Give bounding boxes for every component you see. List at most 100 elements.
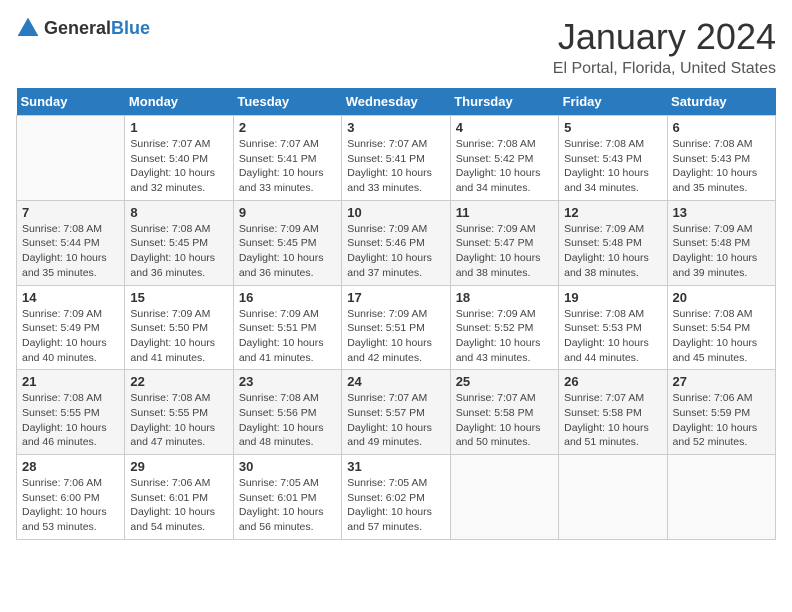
- day-number: 22: [130, 374, 227, 389]
- calendar-cell: 7 Sunrise: 7:08 AMSunset: 5:44 PMDaylight…: [17, 200, 125, 285]
- day-info: Sunrise: 7:05 AMSunset: 6:01 PMDaylight:…: [239, 476, 336, 535]
- day-info: Sunrise: 7:07 AMSunset: 5:40 PMDaylight:…: [130, 137, 227, 196]
- day-info: Sunrise: 7:09 AMSunset: 5:50 PMDaylight:…: [130, 307, 227, 366]
- calendar-cell: 8Sunrise: 7:08 AMSunset: 5:45 PMDaylight…: [125, 200, 233, 285]
- day-info: Sunrise: 7:07 AMSunset: 5:58 PMDaylight:…: [456, 391, 553, 450]
- week-row-1: 1 Sunrise: 7:07 AMSunset: 5:40 PMDaylight…: [17, 116, 776, 201]
- day-info: Sunrise: 7:08 AMSunset: 5:44 PMDaylight:…: [22, 222, 119, 281]
- calendar-cell: 17Sunrise: 7:09 AMSunset: 5:51 PMDayligh…: [342, 285, 450, 370]
- day-info: Sunrise: 7:06 AMSunset: 6:00 PMDaylight:…: [22, 476, 119, 535]
- calendar-cell: 29 Sunrise: 7:06 AMSunset: 6:01 PMDayligh…: [125, 455, 233, 540]
- day-number: 13: [673, 205, 770, 220]
- day-number: 28: [22, 459, 119, 474]
- weekday-header-saturday: Saturday: [667, 88, 775, 116]
- weekday-header-monday: Monday: [125, 88, 233, 116]
- day-number: 6: [673, 120, 770, 135]
- calendar-cell: 1 Sunrise: 7:07 AMSunset: 5:40 PMDaylight…: [125, 116, 233, 201]
- day-info: Sunrise: 7:07 AMSunset: 5:41 PMDaylight:…: [239, 137, 336, 196]
- week-row-4: 21 Sunrise: 7:08 AMSunset: 5:55 PMDayligh…: [17, 370, 776, 455]
- day-number: 21: [22, 374, 119, 389]
- day-number: 29: [130, 459, 227, 474]
- day-info: Sunrise: 7:08 AMSunset: 5:43 PMDaylight:…: [673, 137, 770, 196]
- calendar-cell: 9Sunrise: 7:09 AMSunset: 5:45 PMDaylight…: [233, 200, 341, 285]
- calendar-cell: 25 Sunrise: 7:07 AMSunset: 5:58 PMDayligh…: [450, 370, 558, 455]
- calendar-cell: 23 Sunrise: 7:08 AMSunset: 5:56 PMDayligh…: [233, 370, 341, 455]
- calendar-cell: [667, 455, 775, 540]
- calendar-cell: 15 Sunrise: 7:09 AMSunset: 5:50 PMDayligh…: [125, 285, 233, 370]
- day-info: Sunrise: 7:09 AMSunset: 5:45 PMDaylight:…: [239, 222, 336, 281]
- calendar-cell: 6 Sunrise: 7:08 AMSunset: 5:43 PMDaylight…: [667, 116, 775, 201]
- day-number: 14: [22, 290, 119, 305]
- logo-blue: Blue: [111, 18, 150, 38]
- day-number: 11: [456, 205, 553, 220]
- day-info: Sunrise: 7:05 AMSunset: 6:02 PMDaylight:…: [347, 476, 444, 535]
- day-number: 2: [239, 120, 336, 135]
- calendar-cell: 26 Sunrise: 7:07 AMSunset: 5:58 PMDayligh…: [559, 370, 667, 455]
- week-row-3: 14 Sunrise: 7:09 AMSunset: 5:49 PMDayligh…: [17, 285, 776, 370]
- title-section: January 2024 El Portal, Florida, United …: [553, 16, 776, 78]
- weekday-header-row: SundayMondayTuesdayWednesdayThursdayFrid…: [17, 88, 776, 116]
- day-info: Sunrise: 7:07 AMSunset: 5:41 PMDaylight:…: [347, 137, 444, 196]
- calendar-cell: [17, 116, 125, 201]
- calendar-cell: 5Sunrise: 7:08 AMSunset: 5:43 PMDaylight…: [559, 116, 667, 201]
- weekday-header-tuesday: Tuesday: [233, 88, 341, 116]
- header: GeneralBlue January 2024 El Portal, Flor…: [16, 16, 776, 78]
- day-info: Sunrise: 7:09 AMSunset: 5:49 PMDaylight:…: [22, 307, 119, 366]
- calendar-cell: 31 Sunrise: 7:05 AMSunset: 6:02 PMDayligh…: [342, 455, 450, 540]
- calendar-cell: 11 Sunrise: 7:09 AMSunset: 5:47 PMDayligh…: [450, 200, 558, 285]
- calendar-title: January 2024: [553, 16, 776, 58]
- day-number: 1: [130, 120, 227, 135]
- calendar-cell: 3 Sunrise: 7:07 AMSunset: 5:41 PMDaylight…: [342, 116, 450, 201]
- day-number: 10: [347, 205, 444, 220]
- day-info: Sunrise: 7:08 AMSunset: 5:55 PMDaylight:…: [22, 391, 119, 450]
- day-info: Sunrise: 7:08 AMSunset: 5:55 PMDaylight:…: [130, 391, 227, 450]
- day-info: Sunrise: 7:09 AMSunset: 5:46 PMDaylight:…: [347, 222, 444, 281]
- day-number: 19: [564, 290, 661, 305]
- calendar-cell: 21 Sunrise: 7:08 AMSunset: 5:55 PMDayligh…: [17, 370, 125, 455]
- day-number: 27: [673, 374, 770, 389]
- calendar-cell: 18 Sunrise: 7:09 AMSunset: 5:52 PMDayligh…: [450, 285, 558, 370]
- weekday-header-sunday: Sunday: [17, 88, 125, 116]
- logo: GeneralBlue: [16, 16, 150, 40]
- week-row-5: 28 Sunrise: 7:06 AMSunset: 6:00 PMDayligh…: [17, 455, 776, 540]
- day-number: 4: [456, 120, 553, 135]
- day-number: 25: [456, 374, 553, 389]
- day-number: 31: [347, 459, 444, 474]
- day-number: 30: [239, 459, 336, 474]
- day-number: 23: [239, 374, 336, 389]
- calendar-cell: 28 Sunrise: 7:06 AMSunset: 6:00 PMDayligh…: [17, 455, 125, 540]
- calendar-cell: 30 Sunrise: 7:05 AMSunset: 6:01 PMDayligh…: [233, 455, 341, 540]
- week-row-2: 7 Sunrise: 7:08 AMSunset: 5:44 PMDaylight…: [17, 200, 776, 285]
- calendar-cell: 20Sunrise: 7:08 AMSunset: 5:54 PMDayligh…: [667, 285, 775, 370]
- day-number: 12: [564, 205, 661, 220]
- calendar-cell: 13 Sunrise: 7:09 AMSunset: 5:48 PMDayligh…: [667, 200, 775, 285]
- day-info: Sunrise: 7:07 AMSunset: 5:58 PMDaylight:…: [564, 391, 661, 450]
- day-number: 8: [130, 205, 227, 220]
- day-info: Sunrise: 7:09 AMSunset: 5:48 PMDaylight:…: [673, 222, 770, 281]
- weekday-header-thursday: Thursday: [450, 88, 558, 116]
- day-info: Sunrise: 7:09 AMSunset: 5:47 PMDaylight:…: [456, 222, 553, 281]
- weekday-header-wednesday: Wednesday: [342, 88, 450, 116]
- day-number: 18: [456, 290, 553, 305]
- calendar-cell: 24Sunrise: 7:07 AMSunset: 5:57 PMDayligh…: [342, 370, 450, 455]
- day-number: 3: [347, 120, 444, 135]
- calendar-cell: 12Sunrise: 7:09 AMSunset: 5:48 PMDayligh…: [559, 200, 667, 285]
- day-number: 7: [22, 205, 119, 220]
- day-info: Sunrise: 7:08 AMSunset: 5:54 PMDaylight:…: [673, 307, 770, 366]
- day-info: Sunrise: 7:09 AMSunset: 5:52 PMDaylight:…: [456, 307, 553, 366]
- calendar-cell: 16Sunrise: 7:09 AMSunset: 5:51 PMDayligh…: [233, 285, 341, 370]
- calendar-cell: 10 Sunrise: 7:09 AMSunset: 5:46 PMDayligh…: [342, 200, 450, 285]
- calendar-cell: 27 Sunrise: 7:06 AMSunset: 5:59 PMDayligh…: [667, 370, 775, 455]
- calendar-cell: [450, 455, 558, 540]
- day-info: Sunrise: 7:06 AMSunset: 5:59 PMDaylight:…: [673, 391, 770, 450]
- calendar-cell: 14 Sunrise: 7:09 AMSunset: 5:49 PMDayligh…: [17, 285, 125, 370]
- calendar-cell: [559, 455, 667, 540]
- calendar-table: SundayMondayTuesdayWednesdayThursdayFrid…: [16, 88, 776, 540]
- day-info: Sunrise: 7:07 AMSunset: 5:57 PMDaylight:…: [347, 391, 444, 450]
- calendar-cell: 2 Sunrise: 7:07 AMSunset: 5:41 PMDaylight…: [233, 116, 341, 201]
- day-number: 15: [130, 290, 227, 305]
- generalblue-logo-icon: [16, 16, 40, 40]
- day-info: Sunrise: 7:08 AMSunset: 5:56 PMDaylight:…: [239, 391, 336, 450]
- day-number: 26: [564, 374, 661, 389]
- day-info: Sunrise: 7:06 AMSunset: 6:01 PMDaylight:…: [130, 476, 227, 535]
